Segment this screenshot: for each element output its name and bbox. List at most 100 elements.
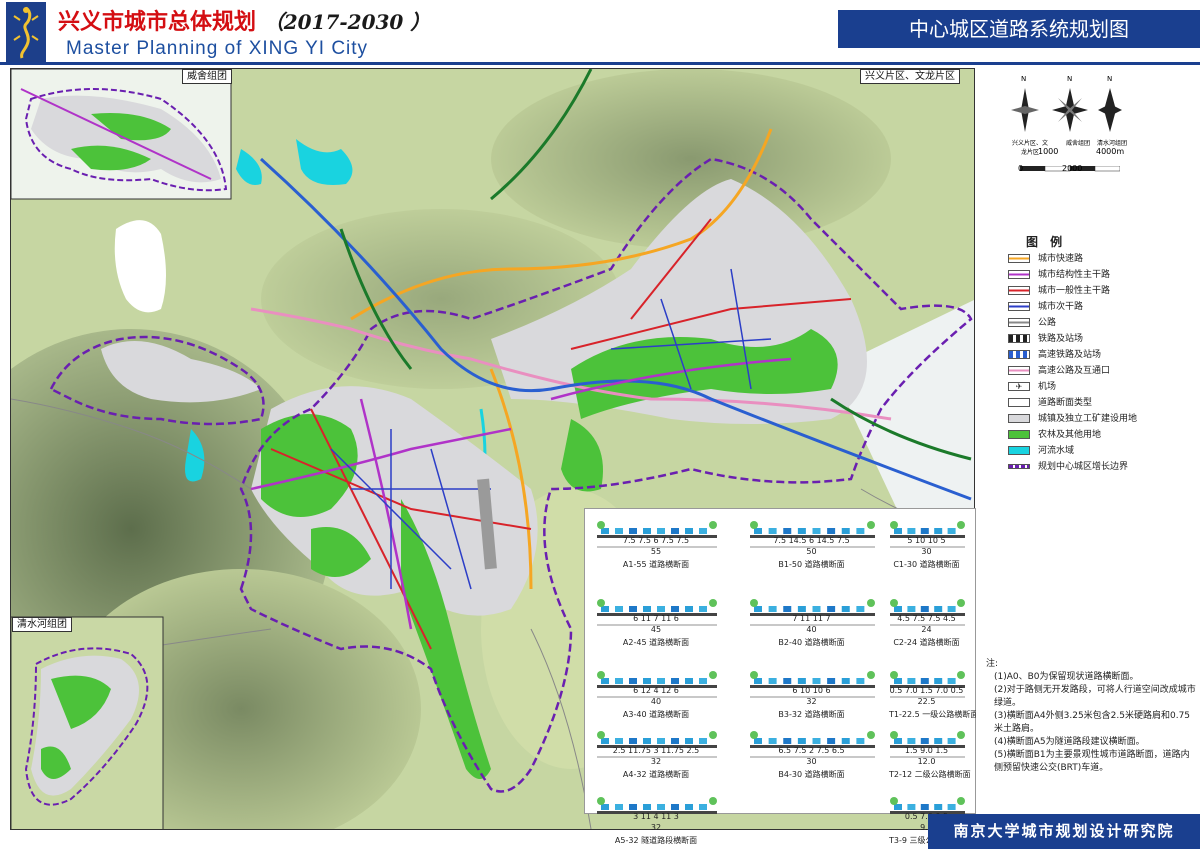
legend-item-label: 农林及其他用地 (1038, 430, 1102, 440)
cross-section-width: 55 (650, 547, 662, 556)
city-name: 兴义市 (58, 9, 125, 35)
vehicle-icon (657, 804, 665, 810)
airport-icon: ✈ (1008, 382, 1030, 391)
rail-black (1008, 334, 1030, 343)
vehicle-icon (615, 606, 623, 612)
legend-item-label: 高速公路及互通口 (1038, 366, 1111, 376)
vehicle-icon (934, 738, 943, 744)
vehicle-icon (685, 678, 693, 684)
note-line-3: (3)横断面A4外侧3.25米包含2.5米硬路肩和0.75米土路肩。 (994, 711, 1191, 734)
cross-section-dims: 7 11 11 7 (792, 614, 831, 623)
line-pink (1008, 366, 1030, 375)
vehicle-icon (920, 804, 929, 810)
vehicle-icon (841, 678, 850, 684)
tree-icon (750, 599, 758, 607)
scale-label-0: 0 (1018, 164, 1024, 173)
tree-icon (890, 521, 898, 529)
vehicle-icon (601, 678, 609, 684)
vehicle-icon (907, 528, 916, 534)
vehicle-icon (643, 528, 651, 534)
vehicle-icon (671, 804, 679, 810)
vehicle-icon (615, 678, 623, 684)
legend-item-label: 高速铁路及站场 (1038, 350, 1102, 360)
inset-label-xingyi-wenlong: 兴义片区、文龙片区 (860, 69, 960, 84)
tree-icon (957, 599, 965, 607)
legend-title: 图 例 (1026, 235, 1067, 249)
legend-item-label: 城市次干路 (1038, 302, 1084, 312)
tree-icon (957, 671, 965, 679)
vehicle-icon (754, 738, 762, 744)
tree-icon (957, 731, 965, 739)
vehicle-icon (827, 606, 836, 612)
vehicle-icon (894, 678, 902, 684)
vehicle-icon (841, 606, 850, 612)
cross-section-dims: 2.5 11.75 3 11.75 2.5 (612, 746, 700, 755)
vehicle-icon (797, 738, 806, 744)
vehicle-icon (699, 738, 707, 744)
vehicle-icon (657, 678, 665, 684)
vehicle-icon (754, 606, 762, 612)
cross-section-dims: 1.5 9.0 1.5 (904, 746, 949, 755)
vehicle-icon (685, 528, 693, 534)
vehicle-icon (856, 606, 865, 612)
cross-section-width: 12.0 (917, 757, 936, 766)
cross-section-title: B1-50 道路横断面 (778, 560, 845, 569)
cross-section-width: 40 (806, 625, 817, 634)
legend-item-label: 机场 (1038, 382, 1057, 392)
tree-icon (750, 731, 758, 739)
cross-section-width: 24 (921, 625, 932, 634)
cross-section-title: T2-12 二级公路横断面 (889, 770, 971, 779)
cross-section-width: 30 (806, 757, 817, 766)
cross-section-width: 40 (650, 697, 662, 706)
vehicle-icon (754, 528, 762, 534)
vehicle-icon (920, 678, 929, 684)
vehicle-icon (601, 738, 609, 744)
tree-icon (597, 797, 605, 805)
legend-item-label: 公路 (1038, 318, 1057, 328)
vehicle-icon (601, 528, 609, 534)
vehicle-icon (841, 738, 850, 744)
vehicle-icon (615, 804, 623, 810)
vehicle-icon (657, 738, 665, 744)
vehicle-icon (827, 738, 836, 744)
cross-section-width: 32 (650, 757, 662, 766)
fill-green (1008, 430, 1030, 439)
vehicle-icon (907, 606, 916, 612)
cross-section-title: A5-32 隧道路段横断面 (614, 836, 698, 845)
vehicle-icon (671, 528, 679, 534)
tree-icon (750, 521, 758, 529)
vehicle-icon (601, 804, 609, 810)
vehicle-icon (797, 528, 806, 534)
vehicle-icon (827, 528, 836, 534)
vehicle-icon (768, 678, 777, 684)
cross-section-title: B3-32 道路横断面 (778, 710, 845, 719)
cross-section-title: A4-32 道路横断面 (622, 770, 690, 779)
cross-section-width: 30 (921, 547, 932, 556)
vehicle-icon (783, 528, 792, 534)
inset-label-qingshuihe: 清水河组团 (12, 617, 72, 632)
city-logo (6, 2, 46, 62)
institute-name: 南京大学城市规划设计研究院 (928, 814, 1200, 849)
tree-icon (709, 521, 717, 529)
compass-caption-3: 清水河组团 (1096, 140, 1127, 147)
vehicle-icon (934, 678, 943, 684)
vehicle-icon (629, 738, 637, 744)
line-purple (1008, 270, 1030, 279)
vehicle-icon (629, 528, 637, 534)
rail-blue (1008, 350, 1030, 359)
vehicle-icon (783, 678, 792, 684)
vehicle-icon (907, 804, 916, 810)
tree-icon (709, 797, 717, 805)
vehicle-icon (699, 528, 707, 534)
cross-section-dims: 0.5 7.0 1.5 7.0 0.5 (889, 686, 964, 695)
cross-section-title: B4-30 道路横断面 (778, 770, 845, 779)
vehicle-icon (856, 738, 865, 744)
note-line-5: (5)横断面B1为主要景观性城市道路断面，道路内侧预留快速公交(BRT)车道。 (994, 750, 1190, 773)
vehicle-icon (894, 738, 902, 744)
tree-icon (709, 731, 717, 739)
vehicle-icon (629, 606, 637, 612)
vehicle-icon (947, 738, 956, 744)
cross-section-dims: 3 11 4 11 3 (633, 812, 679, 821)
vehicle-icon (768, 528, 777, 534)
legend-item-label: 城市结构性主干路 (1038, 270, 1111, 280)
